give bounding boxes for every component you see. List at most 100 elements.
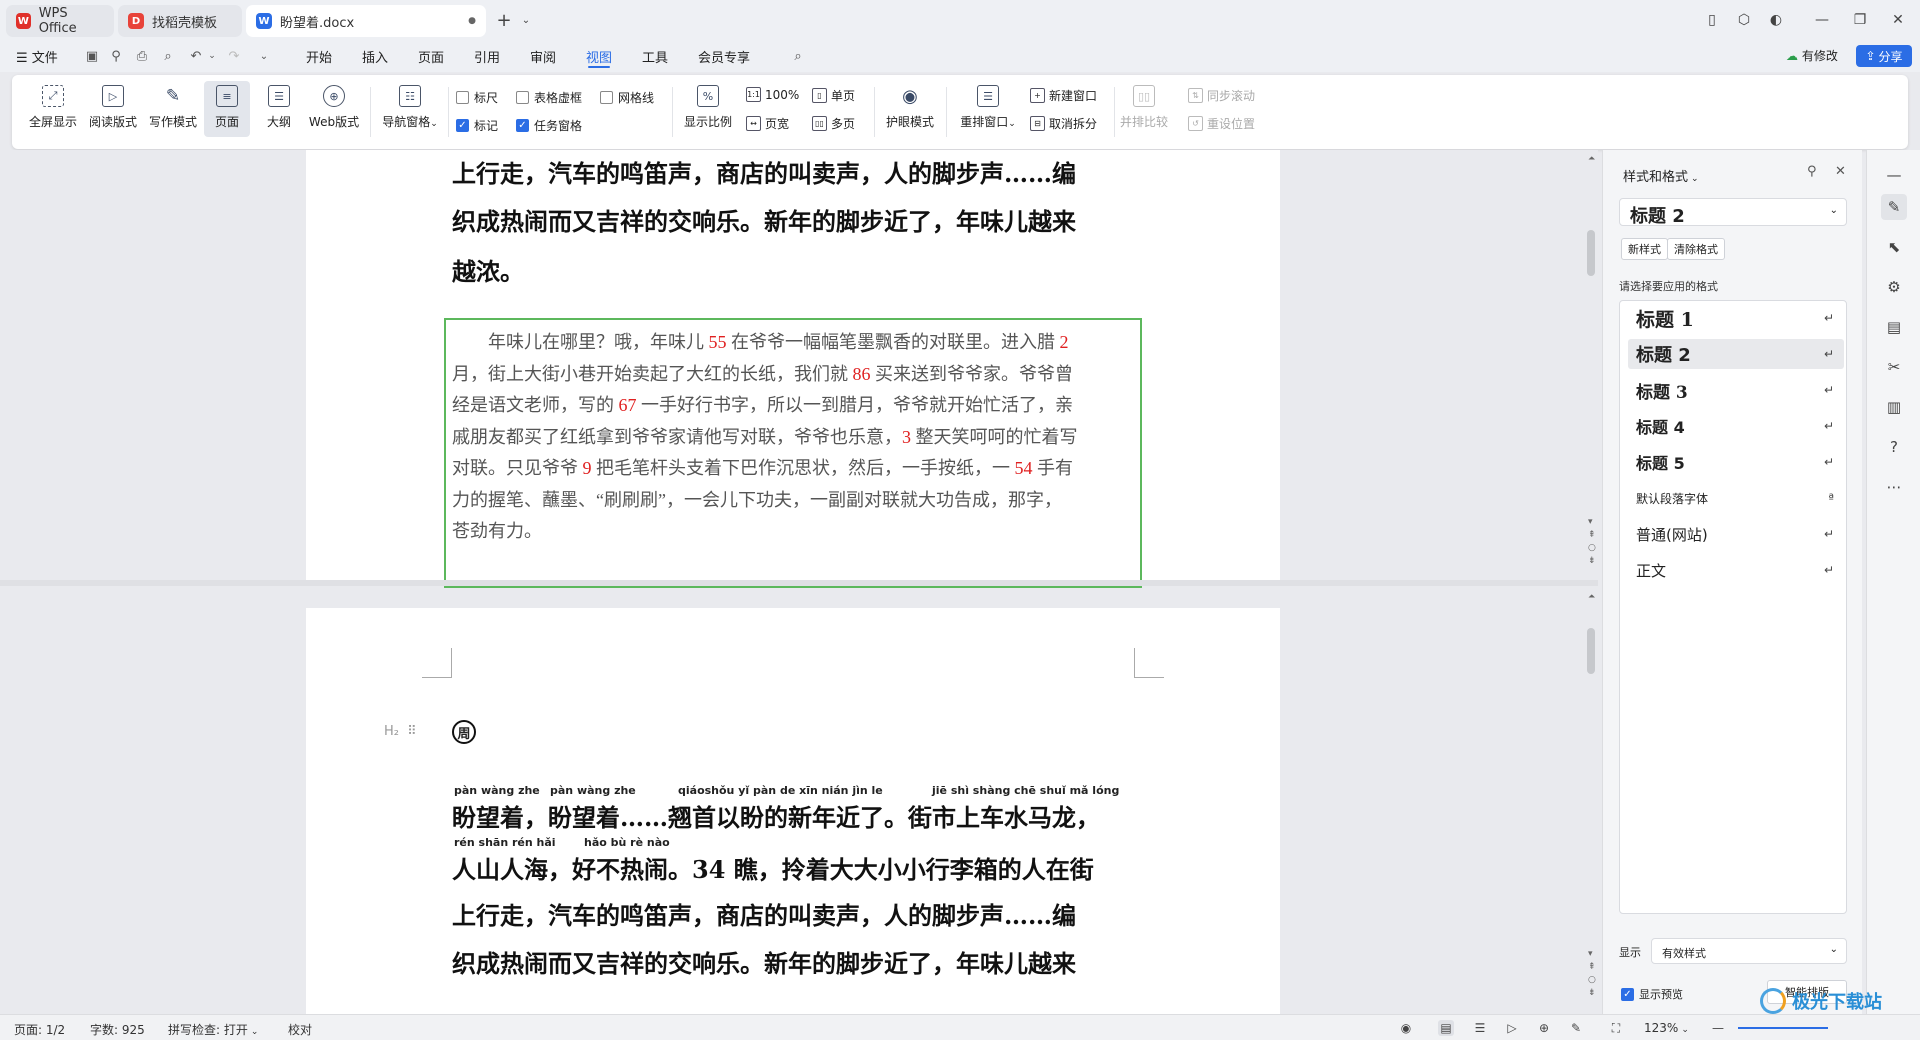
redo-icon[interactable]: ↷	[226, 48, 242, 64]
scroll-nav-icon[interactable]: ▾ ⇞ ○ ⇟	[1588, 948, 1596, 1000]
style-heading-5[interactable]: 标题 5 ↵	[1628, 447, 1844, 477]
fit-icon[interactable]: ⛶	[1608, 1020, 1624, 1036]
spell-check-toggle[interactable]: 拼写检查: 打开 ⌄	[168, 1021, 258, 1038]
style-body-text[interactable]: 正文 ↵	[1628, 555, 1844, 585]
panel-title[interactable]: 样式和格式 ⌄	[1623, 166, 1699, 185]
tab-document[interactable]: W 盼望着.docx ●	[246, 5, 486, 37]
menu-reference[interactable]: 引用	[474, 47, 500, 66]
heading-level-marker[interactable]: H₂ ⠿	[384, 724, 417, 739]
zoom-level[interactable]: 123% ⌄	[1644, 1021, 1689, 1035]
layout-icon[interactable]: ▯	[1702, 10, 1722, 30]
pen-icon[interactable]: ✎	[1568, 1020, 1584, 1036]
page-count[interactable]: 页面: 1/2	[14, 1021, 65, 1038]
document-page-upper[interactable]: 上行走，汽车的鸣笛声，商店的叫卖声，人的脚步声……编 织成热闹而又吉祥的交响乐。…	[306, 150, 1280, 588]
print-icon[interactable]: ⎙	[134, 48, 150, 64]
side-by-side-button[interactable]: ▯▯ 并排比较	[1116, 81, 1172, 137]
tab-docer-templates[interactable]: D 找稻壳模板	[118, 5, 242, 37]
menu-insert[interactable]: 插入	[362, 47, 388, 66]
markup-checkbox[interactable]: ✓ 标记	[456, 117, 498, 134]
restore-icon[interactable]: ❐	[1850, 10, 1870, 30]
zoom-button[interactable]: % 显示比例	[678, 81, 738, 137]
style-normal-web[interactable]: 普通(网站) ↵	[1628, 519, 1844, 549]
eye-protect-button[interactable]: ◉ 护眼模式	[880, 81, 940, 137]
web-layout-button[interactable]: ⊕ Web版式	[304, 81, 364, 137]
reading-layout-button[interactable]: ▷ 阅读版式	[86, 81, 140, 137]
menu-review[interactable]: 审阅	[530, 47, 556, 66]
tab-wps-office[interactable]: W WPS Office	[6, 5, 114, 37]
single-page-button[interactable]: ▯ 单页	[812, 87, 855, 104]
tab-dot-icon[interactable]: ●	[468, 16, 476, 26]
preview-icon[interactable]: ⌕	[160, 48, 176, 64]
menu-start[interactable]: 开始	[306, 47, 332, 66]
page-view-icon[interactable]: ▤	[1438, 1020, 1454, 1036]
task-pane-checkbox[interactable]: ✓ 任务窗格	[516, 117, 582, 134]
image-edit-icon[interactable]: ▤	[1881, 314, 1907, 340]
page-width-button[interactable]: ↔ 页宽	[746, 115, 789, 132]
show-preview-checkbox[interactable]: ✓ 显示预览	[1621, 986, 1683, 1002]
ruler-checkbox[interactable]: 标尺	[456, 89, 498, 106]
clear-format-button[interactable]: 清除格式	[1667, 238, 1725, 260]
writing-mode-button[interactable]: ✎ 写作模式	[146, 81, 200, 137]
help-icon[interactable]: ?	[1881, 434, 1907, 460]
close-icon[interactable]: ✕	[1835, 164, 1846, 179]
table-gridlines-checkbox[interactable]: 表格虚框	[516, 89, 582, 106]
split-divider[interactable]	[0, 580, 1598, 586]
style-default-paragraph-font[interactable]: 默认段落字体 ª	[1628, 483, 1844, 513]
fullscreen-button[interactable]: ⤢ 全屏显示	[26, 81, 80, 137]
more-icon[interactable]: ⋯	[1881, 474, 1907, 500]
play-icon[interactable]: ▷	[1504, 1020, 1520, 1036]
zoom-slider[interactable]	[1738, 1027, 1828, 1029]
outline-view-icon[interactable]: ☰	[1472, 1020, 1488, 1036]
minimize-icon[interactable]: —	[1812, 10, 1832, 30]
document-area[interactable]: 上行走，汽车的鸣笛声，商店的叫卖声，人的脚步声……编 织成热闹而又吉祥的交响乐。…	[0, 150, 1598, 1014]
style-heading-2[interactable]: 标题 2 ↵	[1628, 339, 1844, 369]
more-dropdown-icon[interactable]: ⌄	[256, 48, 272, 64]
link-icon[interactable]: ⚲	[108, 48, 124, 64]
scroll-nav-icon[interactable]: ▾ ⇞ ○ ⇟	[1588, 516, 1596, 568]
has-changes-indicator[interactable]: ☁ 有修改	[1786, 47, 1838, 64]
multi-page-button[interactable]: ▯▯ 多页	[812, 115, 855, 132]
scroll-up-arrow-icon[interactable]: ⏶	[1588, 592, 1595, 602]
page-view-button[interactable]: ≡ 页面	[204, 81, 250, 137]
close-icon[interactable]: ✕	[1888, 10, 1908, 30]
eye-icon[interactable]: ◉	[1398, 1020, 1414, 1036]
style-heading-1[interactable]: 标题 1 ↵	[1628, 303, 1844, 333]
rearrange-window-button[interactable]: ☰ 重排窗口⌄	[956, 81, 1020, 137]
menu-view[interactable]: 视图	[586, 47, 612, 66]
chevron-down-icon[interactable]: ⌄	[516, 10, 536, 30]
undo-dropdown-icon[interactable]: ⌄	[204, 48, 220, 64]
cube-icon[interactable]: ⬡	[1734, 10, 1754, 30]
sync-scroll-button[interactable]: ⇅ 同步滚动	[1188, 87, 1255, 104]
selected-paragraph-frame[interactable]	[444, 318, 1142, 588]
lower-scrollbar-thumb[interactable]	[1587, 628, 1595, 674]
outline-button[interactable]: ☰ 大纲	[256, 81, 302, 137]
style-heading-3[interactable]: 标题 3 ↵	[1628, 375, 1844, 405]
style-brush-icon[interactable]: ✎	[1881, 194, 1907, 220]
share-button[interactable]: ⇪ 分享	[1856, 45, 1912, 67]
book-icon[interactable]: ▥	[1881, 394, 1907, 420]
cancel-split-button[interactable]: ⊟ 取消拆分	[1030, 115, 1097, 132]
web-view-icon[interactable]: ⊕	[1536, 1020, 1552, 1036]
zoom-100-button[interactable]: 1:1 100%	[746, 87, 799, 102]
style-heading-4[interactable]: 标题 4 ↵	[1628, 411, 1844, 441]
save-icon[interactable]: ▣	[84, 48, 100, 64]
adjust-icon[interactable]: ⚙	[1881, 274, 1907, 300]
proofread-button[interactable]: 校对	[288, 1021, 312, 1038]
zoom-out-icon[interactable]: —	[1710, 1020, 1726, 1036]
tools-icon[interactable]: ✂	[1881, 354, 1907, 380]
menu-vip[interactable]: 会员专享	[698, 47, 750, 66]
document-page-lower[interactable]: H₂ ⠿ 周 pàn wàng zhe pàn wàng zhe qiáoshǒ…	[306, 608, 1280, 1014]
avatar-icon[interactable]: ◐	[1766, 10, 1786, 30]
menu-tools[interactable]: 工具	[642, 47, 668, 66]
nav-pane-button[interactable]: ☷ 导航窗格⌄	[378, 81, 442, 137]
new-style-button[interactable]: 新样式	[1621, 238, 1668, 260]
collapse-icon[interactable]: —	[1881, 162, 1907, 188]
pin-icon[interactable]: ⚲	[1807, 164, 1817, 179]
new-window-button[interactable]: + 新建窗口	[1030, 87, 1097, 104]
reset-position-button[interactable]: ↺ 重设位置	[1188, 115, 1255, 132]
gridlines-checkbox[interactable]: 网格线	[600, 89, 654, 106]
scroll-up-arrow-icon[interactable]: ⏶	[1588, 154, 1595, 164]
menu-page[interactable]: 页面	[418, 47, 444, 66]
upper-scrollbar-thumb[interactable]	[1587, 230, 1595, 276]
current-style-select[interactable]: 标题 2 ⌄	[1619, 198, 1847, 227]
